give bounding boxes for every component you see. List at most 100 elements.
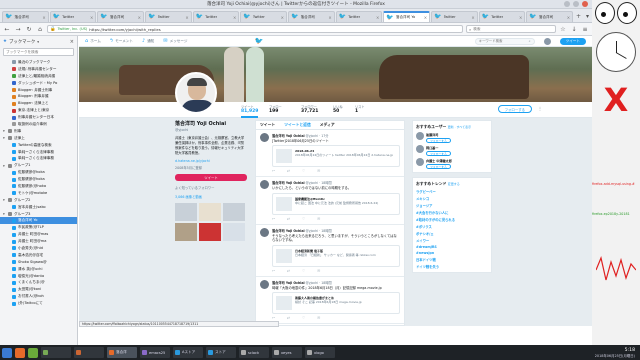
tweet-to-button[interactable]: ツイート <box>175 174 247 181</box>
tweet-avatar[interactable] <box>260 279 269 289</box>
new-tab-button[interactable]: + <box>574 11 583 22</box>
compose-tweet-button[interactable]: ツイート <box>559 37 586 45</box>
browser-tab[interactable]: 🐦 Twitter × <box>145 11 192 22</box>
bookmark-item[interactable]: Blogger: 法律上と <box>0 100 77 107</box>
menu-icon[interactable]: ≡ <box>581 25 589 33</box>
close-tab-icon[interactable]: × <box>233 15 236 20</box>
bookmark-item[interactable]: Twitterの高度な検索 <box>0 142 77 149</box>
followers-you-know[interactable]: よく知っているフォロワー <box>175 185 247 190</box>
reply-icon[interactable]: ↩ <box>272 316 275 320</box>
trend-item[interactable]: #大会を行かない人に <box>416 210 488 215</box>
message-icon[interactable]: ✉ <box>317 269 320 273</box>
follow-button[interactable]: フォローする <box>426 164 451 169</box>
bookmark-item[interactable]: くまくんちま(@ <box>0 280 77 287</box>
tweet-link-card[interactable]: 2018-06-24 2018年06月24日のツイート twitter 2018年… <box>272 145 400 168</box>
dropdown-chevron-icon[interactable]: ▾ <box>37 40 39 44</box>
taskbar-task[interactable]: emacs25 <box>140 347 170 358</box>
bookmark-star-icon[interactable]: ☆ <box>559 25 567 33</box>
taskbar-clock[interactable]: 5:18 2018年06月25日(月曜日) <box>595 348 638 358</box>
follow-button[interactable]: フォローする <box>426 138 451 143</box>
suggested-user-name[interactable]: 後藤洋司 <box>426 132 451 137</box>
bookmark-item[interactable]: 小倉秀夫(@hid <box>0 245 77 252</box>
nav-notifications[interactable]: ♪ 通知 <box>142 38 154 44</box>
browser-tab[interactable]: 🐦 Twitter × <box>49 11 97 22</box>
maximize-button[interactable] <box>573 1 579 7</box>
close-tab-icon[interactable]: × <box>567 15 570 20</box>
message-icon[interactable]: ✉ <box>317 217 320 221</box>
like-icon[interactable]: ♡ <box>302 169 305 173</box>
retweet-icon[interactable]: ⇄ <box>287 316 290 320</box>
bookmark-item[interactable]: 高木浩光@自宅 <box>0 252 77 259</box>
bookmark-item[interactable]: 落合洋司 Yo <box>0 217 77 225</box>
user-avatar[interactable] <box>416 145 424 153</box>
search-bar[interactable]: ⌕ <box>466 25 556 33</box>
tweet-avatar[interactable] <box>260 227 269 237</box>
taskbar-task[interactable]: ストア <box>206 347 236 358</box>
tweet[interactable]: 落合洋司 Yoji Ochiai @yjochi · 17分 [Twitter]2… <box>256 130 404 178</box>
reply-icon[interactable]: ↩ <box>272 169 275 173</box>
browser-tab[interactable]: 🐦 Twitter × <box>335 11 383 22</box>
reload-button[interactable]: ↻ <box>25 25 33 33</box>
like-icon[interactable]: ♡ <box>302 316 305 320</box>
taskbar-task[interactable]: 落合洋 <box>107 347 137 358</box>
profile-link[interactable]: d.hatena.ne.jp/yjochi <box>175 159 247 163</box>
bookmark-item[interactable]: お付書人(@koh <box>0 293 77 300</box>
bookmark-item[interactable]: 市民政策(@TLP <box>0 224 77 231</box>
trend-item[interactable]: 日本ドイツ戦 <box>416 257 488 262</box>
twitter-search-box[interactable]: ⌕ <box>474 37 535 45</box>
browser-tab[interactable]: 🐦 Twitter × <box>478 11 526 22</box>
browser-tab[interactable]: 🐦 落合洋司 × <box>526 11 574 22</box>
browser-tab[interactable]: 🐦 落合洋司 × <box>97 11 145 22</box>
nav-moments[interactable]: ϟ モーメント <box>110 38 133 44</box>
trend-item[interactable]: #ポリクス <box>416 224 488 229</box>
tweet-link-card[interactable]: 日本経済新聞 電子版 日本経済 「日経新」 サッカー など、関係者 等 nikke… <box>272 244 400 267</box>
twitter-search-input[interactable] <box>478 39 529 43</box>
trend-item[interactable]: #newsjpn <box>416 251 488 255</box>
suggested-user-name[interactable]: 弁護士 中澤健太郎 <box>426 158 452 163</box>
tweet-avatar[interactable] <box>260 133 269 142</box>
bookmark-folder[interactable]: ▾ 法律上 <box>0 135 77 142</box>
browser-tab[interactable]: 🐦 Twitter × <box>431 11 478 22</box>
suggested-user-name[interactable]: 岡口基一 <box>426 145 451 150</box>
bookmark-item[interactable]: Blogger: 刑事弁護 <box>0 93 77 100</box>
like-icon[interactable]: ♡ <box>302 217 305 221</box>
follow-button[interactable]: フォローする <box>497 105 532 113</box>
more-options-icon[interactable]: ⋮ <box>536 105 544 113</box>
profile-stat[interactable]: リスト 1 <box>355 104 365 114</box>
launcher-icon[interactable] <box>28 347 38 358</box>
close-tab-icon[interactable]: × <box>281 15 284 20</box>
app-menu-icon[interactable] <box>2 347 12 358</box>
profile-stat[interactable]: フォロー 199 <box>269 104 282 114</box>
bookmark-folder[interactable]: ▾ 刑事 <box>0 128 77 135</box>
browser-tab[interactable]: 🐦 落合洋司 Yo × <box>383 11 431 22</box>
bookmark-item[interactable]: 清水 英(@uchi <box>0 266 77 273</box>
close-tab-icon[interactable]: × <box>519 15 522 20</box>
close-sidebar-icon[interactable]: × <box>70 39 74 45</box>
bookmark-item[interactable]: 太田晃(@koni <box>0 286 77 293</box>
bookmark-item[interactable]: 刑事弁護センター日本 <box>0 114 77 121</box>
bookmark-folder[interactable]: ▾ グループ2 <box>0 197 77 204</box>
tweet[interactable]: 落合洋司 Yoji Ochiai @yjochi · 18時間 そうなったら考えた… <box>256 225 404 277</box>
taskbar-task[interactable]: sclock <box>239 347 269 358</box>
media-thumbnail[interactable] <box>199 203 221 221</box>
tweet-link-card[interactable]: 後藤大人後の報告書がまとめ 検討 そこ 記事 2018年6月18日 mega-mo… <box>272 292 400 315</box>
url-bar[interactable]: 🔒 Twitter, Inc. (US) https://twitter.com… <box>47 25 463 33</box>
browser-tab[interactable]: 🐦 落合洋司 × <box>2 11 49 22</box>
bookmark-folder[interactable]: ▾ グループ3 <box>0 211 77 218</box>
close-tab-icon[interactable]: × <box>185 15 188 20</box>
bookmark-item[interactable]: 佐藤健彦(@hoka <box>0 183 77 190</box>
media-thumbnail[interactable] <box>175 203 197 221</box>
trend-item[interactable]: メキシコ <box>416 196 488 201</box>
home-button[interactable]: ⌂ <box>36 25 44 33</box>
twitter-bird-icon[interactable]: 🐦 <box>255 37 264 45</box>
profile-stat[interactable]: ツイート 81,929 <box>241 104 259 118</box>
media-thumbnail[interactable] <box>223 223 245 241</box>
close-tab-icon[interactable]: × <box>138 15 141 20</box>
launcher-icon[interactable] <box>15 347 25 358</box>
bookmark-item[interactable]: 弁護士 町田@mas <box>0 231 77 238</box>
reply-icon[interactable]: ↩ <box>272 269 275 273</box>
tab-media[interactable]: メディア <box>320 122 335 128</box>
trend-item[interactable]: #dreamJRS <box>416 245 488 249</box>
taskbar-task[interactable] <box>41 347 71 358</box>
retweet-icon[interactable]: ⇄ <box>287 169 290 173</box>
